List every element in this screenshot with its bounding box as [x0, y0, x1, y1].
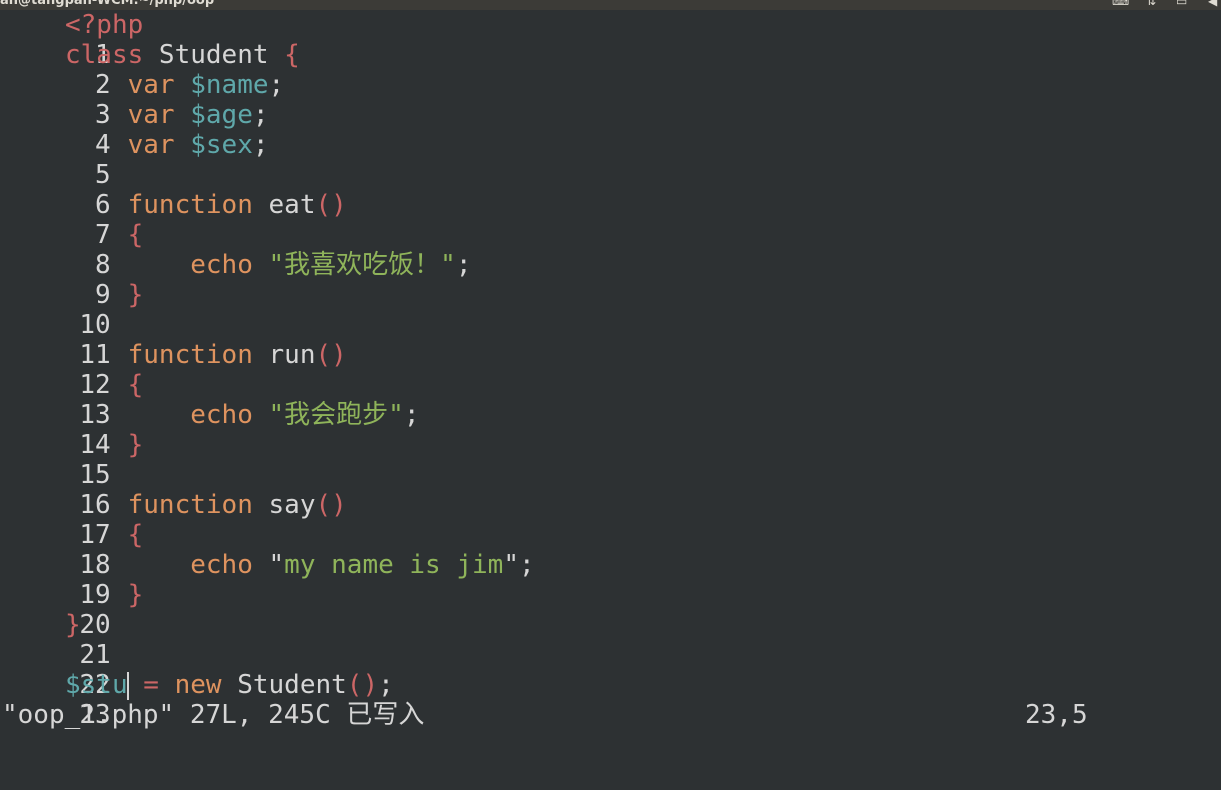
- brace: }: [65, 610, 81, 640]
- semicolon: ;: [252, 130, 269, 160]
- variable: $age: [190, 100, 253, 130]
- vim-status-line: "oop_1.php" 27L, 245C 已写入 23,5: [0, 700, 1221, 730]
- parens: (): [315, 190, 347, 220]
- code-line: 6: [0, 160, 111, 220]
- brace: }: [127, 580, 144, 610]
- function-keyword: function: [127, 340, 253, 370]
- code-line: 11: [0, 310, 110, 370]
- semicolon: ;: [403, 400, 420, 430]
- code-line: 22: [0, 640, 110, 700]
- code-line: 5 var $sex;: [0, 130, 269, 190]
- code-line: 14 echo "我会跑步";: [0, 400, 419, 460]
- variable: $stu: [65, 670, 128, 700]
- code-line: 18 {: [0, 520, 143, 580]
- brace: {: [127, 220, 144, 250]
- code-line: 10 }: [0, 280, 143, 340]
- function-keyword: function: [127, 190, 253, 220]
- semicolon: ;: [268, 70, 285, 100]
- var-keyword: var: [127, 130, 175, 160]
- code-line: 1 <?php: [0, 10, 143, 70]
- new-keyword: new: [174, 670, 222, 700]
- code-line: 9 echo "我喜欢吃饭！";: [0, 250, 472, 310]
- echo-keyword: echo: [190, 400, 253, 430]
- var-keyword: var: [127, 70, 175, 100]
- code-line: 4 var $age;: [0, 100, 269, 160]
- semicolon: ;: [252, 100, 269, 130]
- keyboard-icon[interactable]: ⌨: [1112, 0, 1129, 8]
- status-message: "oop_1.php" 27L, 245C 已写入: [2, 700, 425, 730]
- echo-keyword: echo: [190, 250, 253, 280]
- code-line: 21 }: [0, 610, 111, 670]
- code-line: 12 function run(): [0, 340, 346, 400]
- code-line: 3 var $name;: [0, 70, 284, 130]
- code-line: 16: [0, 460, 110, 520]
- semicolon: ;: [455, 250, 472, 280]
- code-line: 15 }: [0, 430, 143, 490]
- window-titlebar: an@tangpan-WCM:~/php/oop ⌨ ⇅ ▭ ◀: [0, 0, 1221, 10]
- parens: (): [315, 490, 347, 520]
- variable: $name: [190, 70, 269, 100]
- string-literal: "我喜欢吃饭！": [268, 250, 456, 280]
- code-line: 23 $stu = new Student();: [0, 670, 394, 730]
- function-name: run: [252, 340, 316, 370]
- parens: (): [346, 670, 379, 700]
- brace: {: [284, 40, 300, 70]
- code-line: 7 function eat(): [0, 190, 347, 250]
- code-line: 8 {: [0, 220, 143, 280]
- function-name: say: [252, 490, 316, 520]
- code-line: 2 class Student {: [0, 40, 300, 100]
- code-line: 20 }: [0, 580, 143, 640]
- class-keyword: class: [65, 40, 144, 70]
- string-literal: my name is jim: [284, 550, 504, 580]
- battery-icon[interactable]: ▭: [1176, 0, 1187, 8]
- window-title: an@tangpan-WCM:~/php/oop: [0, 0, 215, 8]
- class-name: Student: [143, 40, 285, 70]
- code-line: 17 function say(): [0, 490, 346, 550]
- parens: (): [315, 340, 347, 370]
- code-line: 13 {: [0, 370, 143, 430]
- brace: }: [127, 280, 144, 310]
- vim-editor[interactable]: 1 <?php 2 class Student { 3 var $name; 4…: [0, 10, 1221, 730]
- volume-icon[interactable]: ◀: [1208, 0, 1217, 8]
- brace: }: [127, 430, 144, 460]
- string-quote: ": [268, 550, 285, 580]
- class-name: Student: [221, 670, 347, 700]
- code-line: 19 echo "my name is jim";: [0, 550, 534, 610]
- function-name: eat: [252, 190, 316, 220]
- brace: {: [127, 520, 144, 550]
- brace: {: [127, 370, 144, 400]
- string-literal: "我会跑步": [268, 400, 404, 430]
- variable: $sex: [190, 130, 253, 160]
- cursor-position: 23,5: [1025, 700, 1088, 730]
- semicolon: ;: [378, 670, 394, 700]
- assign-operator: =: [127, 670, 175, 700]
- php-open-tag: <?php: [65, 10, 144, 40]
- semicolon: ;: [518, 550, 535, 580]
- network-icon[interactable]: ⇅: [1146, 0, 1156, 8]
- function-keyword: function: [127, 490, 253, 520]
- string-quote: ": [503, 550, 519, 580]
- echo-keyword: echo: [190, 550, 253, 580]
- var-keyword: var: [127, 100, 175, 130]
